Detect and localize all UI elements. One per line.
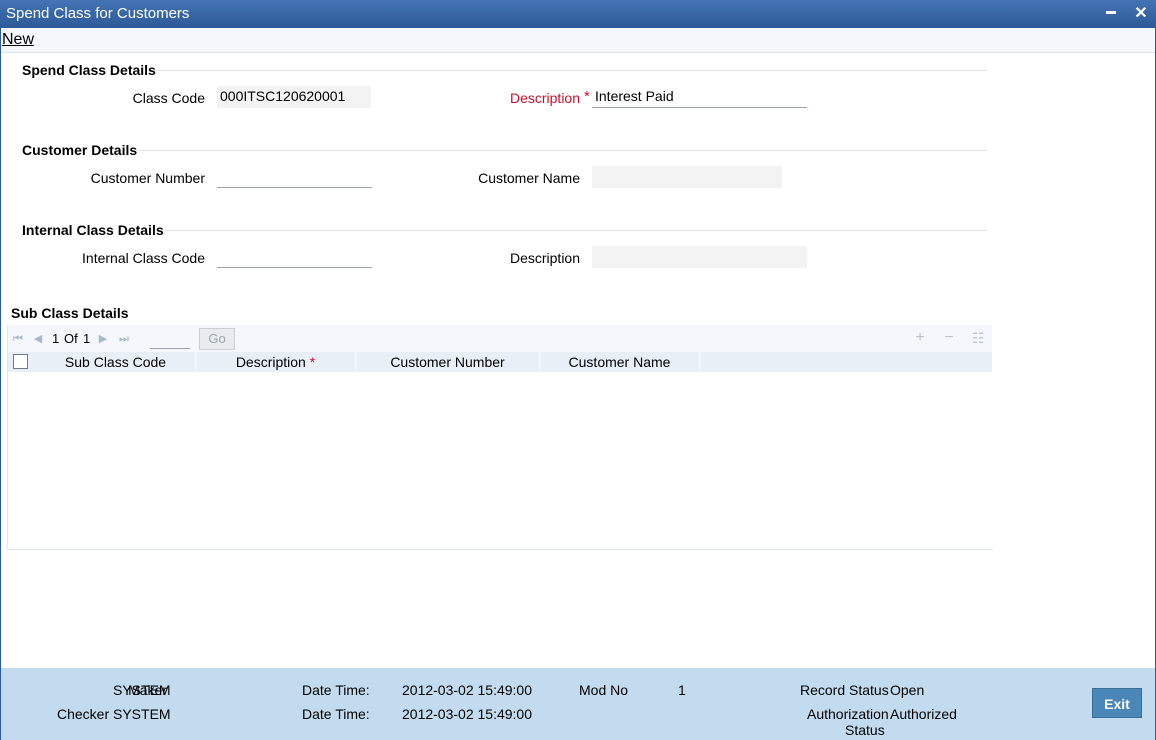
grid-toolbar: ⏮ ◀ 1 Of 1 ▶ ⏭ Go + − ☷ (8, 325, 992, 352)
pager-current: 1 (52, 331, 60, 346)
close-button[interactable]: ✕ (1131, 4, 1151, 24)
add-row-icon[interactable]: + (912, 330, 928, 346)
maker-date-time-value: 2012-03-02 15:49:00 (402, 682, 532, 698)
required-indicator: * (584, 88, 590, 105)
toolbar: New (1, 28, 1155, 53)
internal-class-section-title: Internal Class Details (22, 222, 164, 238)
checker-label: Checker (57, 706, 110, 722)
section-divider (163, 230, 987, 231)
description-label: Description (509, 90, 580, 106)
description-field[interactable]: Interest Paid (592, 86, 807, 108)
auth-status-label: Authorization (807, 706, 889, 722)
grid-header: Sub Class Code Description * Customer Nu… (8, 352, 992, 372)
minimize-icon (1106, 11, 1116, 15)
minimize-button[interactable] (1101, 4, 1121, 24)
class-code-field[interactable]: 000ITSC120620001 (217, 86, 371, 108)
section-divider (137, 150, 987, 151)
pager-total: 1 (83, 331, 91, 346)
customer-name-field[interactable] (592, 166, 782, 188)
record-status-label: Record Status (800, 682, 889, 698)
column-sub-class-code: Sub Class Code (36, 352, 196, 372)
customer-name-label: Customer Name (478, 170, 580, 186)
internal-description-field[interactable] (592, 246, 807, 268)
main-window: New Spend Class Details Class Code 000IT… (0, 28, 1156, 740)
last-page-icon[interactable]: ⏭ (118, 333, 130, 345)
spend-class-section-title: Spend Class Details (22, 62, 156, 78)
customer-number-label: Customer Number (90, 170, 205, 186)
internal-description-label: Description (509, 250, 580, 266)
auth-status-value: Authorized (890, 706, 957, 722)
close-icon: ✕ (1134, 5, 1148, 22)
checker-date-time-label: Date Time: (302, 706, 370, 722)
internal-class-code-label: Internal Class Code (82, 250, 205, 266)
maker-value: SYSTEM (113, 682, 171, 698)
column-customer-name: Customer Name (540, 352, 700, 372)
next-page-icon[interactable]: ▶ (97, 333, 109, 345)
auth-status-label-2: Status (845, 722, 885, 738)
checker-value: SYSTEM (113, 706, 171, 722)
section-divider (153, 70, 987, 71)
checker-date-time-value: 2012-03-02 15:49:00 (402, 706, 532, 722)
record-status-value: Open (890, 682, 925, 698)
audit-footer: Maker SYSTEM Checker SYSTEM Date Time: 2… (1, 668, 1155, 740)
maker-date-time-label: Date Time: (302, 682, 370, 698)
page-number-input[interactable] (150, 329, 190, 349)
mod-no-label: Mod No (579, 682, 629, 698)
single-view-icon[interactable]: ☷ (970, 330, 986, 346)
internal-class-code-field[interactable] (217, 246, 372, 268)
window-title: Spend Class for Customers (6, 5, 190, 22)
customer-number-field[interactable] (217, 166, 372, 188)
column-customer-number: Customer Number (356, 352, 540, 372)
exit-button[interactable]: Exit (1092, 688, 1142, 718)
go-button[interactable]: Go (199, 328, 235, 350)
mod-no-value: 1 (678, 682, 686, 698)
delete-row-icon[interactable]: − (941, 330, 957, 346)
sub-class-section-title: Sub Class Details (11, 305, 129, 321)
previous-page-icon[interactable]: ◀ (32, 333, 44, 345)
select-all-checkbox[interactable] (13, 354, 28, 369)
sub-class-grid: ⏮ ◀ 1 Of 1 ▶ ⏭ Go + − ☷ Sub Class Code D… (7, 325, 993, 550)
class-code-label: Class Code (132, 90, 205, 106)
new-link[interactable]: New (2, 31, 34, 49)
required-indicator: * (309, 354, 316, 370)
pager-of-label: Of (64, 331, 78, 346)
column-description: Description * (196, 352, 356, 372)
title-bar: Spend Class for Customers ✕ (0, 0, 1156, 28)
customer-section-title: Customer Details (22, 142, 138, 158)
first-page-icon[interactable]: ⏮ (12, 333, 24, 345)
